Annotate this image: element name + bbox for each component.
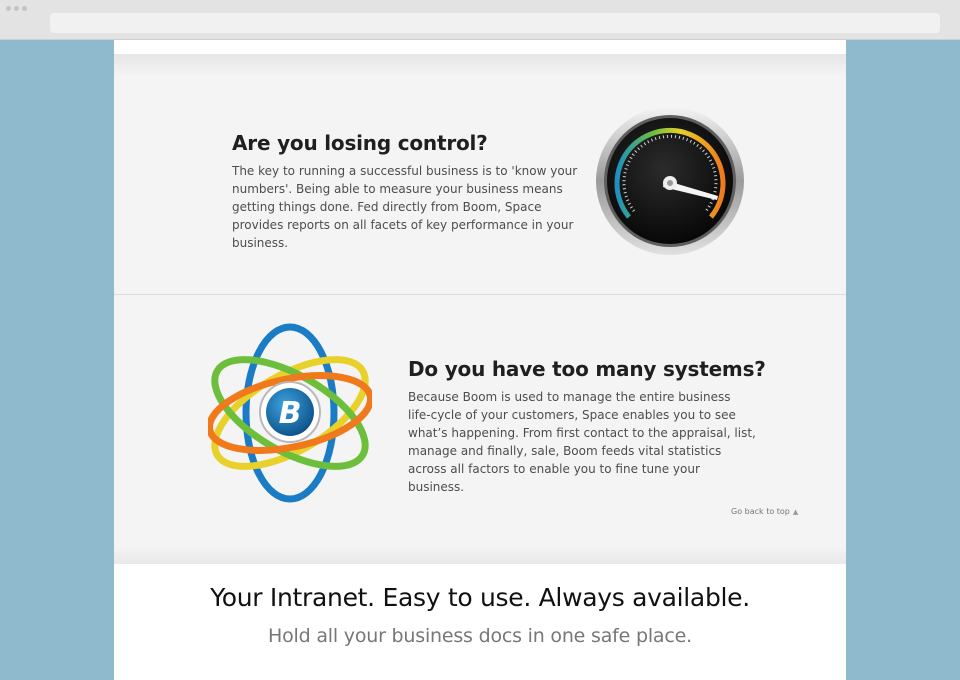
speedometer-gauge-icon (596, 107, 744, 255)
back-to-top-link[interactable]: Go back to top ▲ (731, 507, 798, 516)
triangle-up-icon: ▲ (792, 507, 799, 516)
page-content: Are you losing control? The key to runni… (114, 40, 846, 680)
hero-subtitle: Hold all your business docs in one safe … (268, 625, 692, 647)
losing-control-heading: Are you losing control? (232, 131, 488, 155)
too-many-systems-text: Because Boom is used to manage the entir… (408, 390, 756, 494)
hero-title: Your Intranet. Easy to use. Always avail… (210, 583, 750, 612)
window-close-dot[interactable] (6, 6, 11, 11)
back-to-top-label[interactable]: Go back to top (731, 507, 790, 516)
window-controls[interactable] (6, 6, 27, 11)
window-minimize-dot[interactable] (14, 6, 19, 11)
boom-atom-logo: B (208, 323, 372, 503)
window-maximize-dot[interactable] (22, 6, 27, 11)
section-divider (114, 294, 846, 295)
too-many-systems-heading: Do you have too many systems? (408, 357, 766, 381)
svg-text:B: B (279, 396, 302, 431)
losing-control-text: The key to running a successful business… (232, 164, 578, 250)
address-bar[interactable] (50, 13, 940, 33)
feature-band: Are you losing control? The key to runni… (114, 54, 846, 564)
browser-toolbar (0, 0, 960, 40)
